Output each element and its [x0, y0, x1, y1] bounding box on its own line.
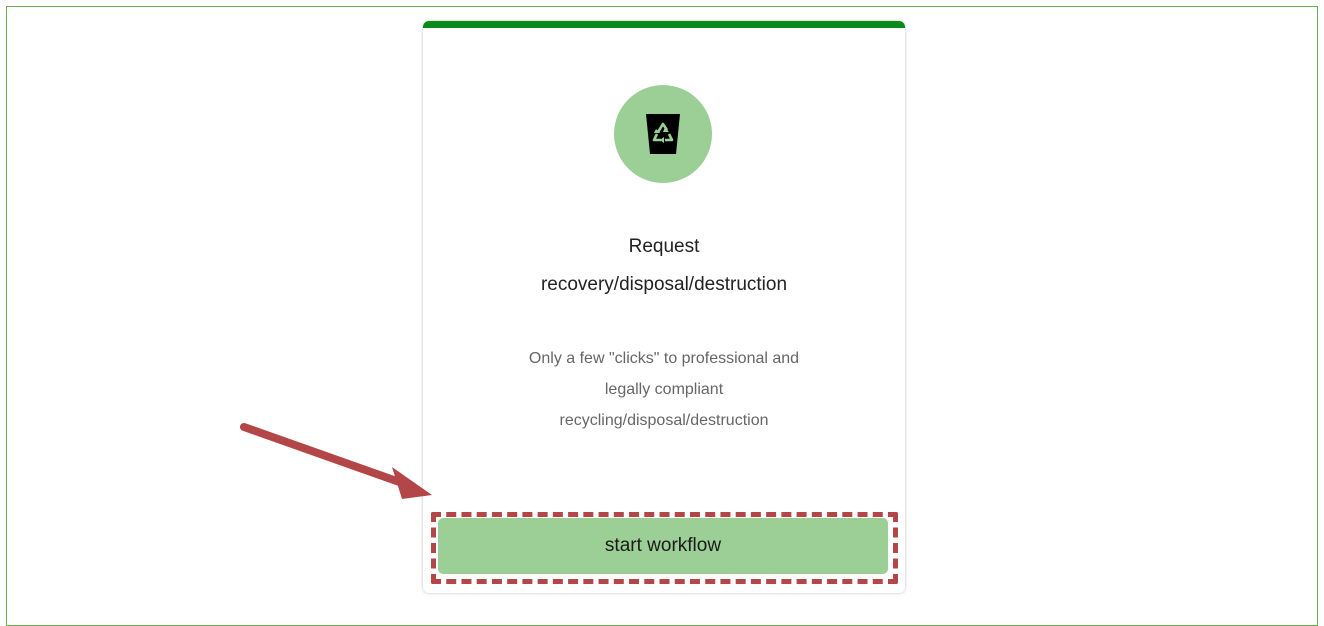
start-workflow-button[interactable]: start workflow: [438, 518, 888, 574]
card-description-line-3: recycling/disposal/destruction: [559, 412, 769, 429]
recycle-bin-icon: [614, 85, 712, 183]
card-description-line-1: Only a few "clicks" to professional and: [528, 350, 800, 367]
card-title-line-1: Request: [628, 236, 700, 257]
workflow-card: Request recovery/disposal/destruction On…: [423, 21, 905, 593]
card-description-line-2: legally compliant: [604, 381, 724, 398]
card-accent-bar: [423, 21, 905, 28]
card-title-line-2: recovery/disposal/destruction: [540, 274, 788, 295]
